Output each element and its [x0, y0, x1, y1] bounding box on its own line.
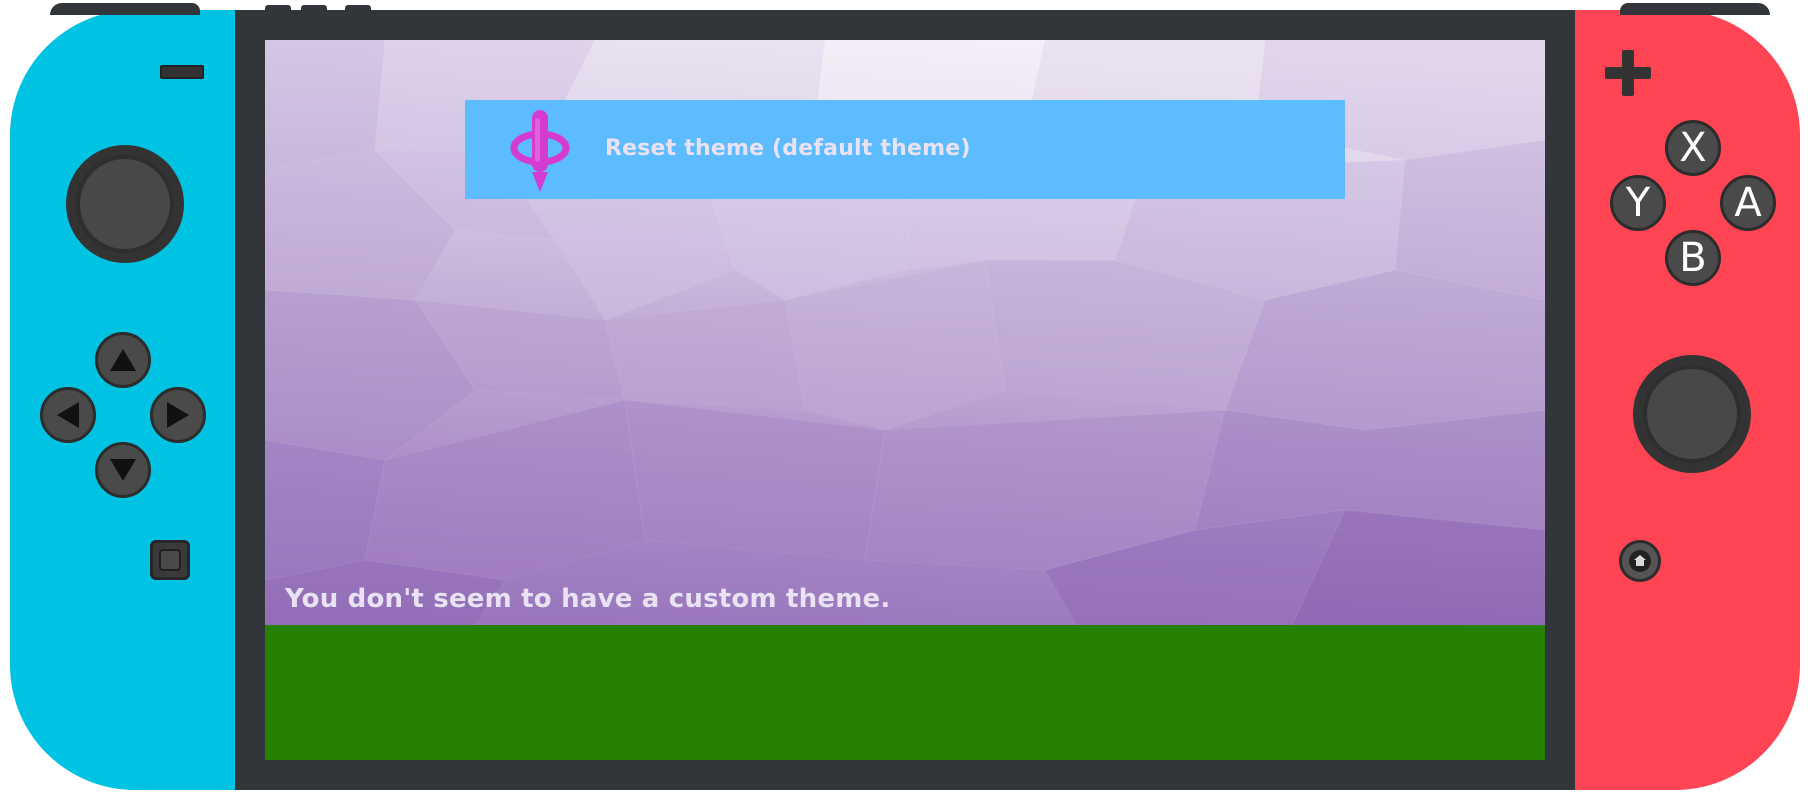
left-joycon	[10, 3, 235, 790]
capture-icon	[159, 549, 181, 571]
menu-item-label: Reset theme (default theme)	[605, 136, 971, 161]
b-button[interactable]: B	[1665, 230, 1721, 286]
left-arrow-icon	[57, 402, 79, 428]
dpad-right-button[interactable]	[150, 387, 206, 443]
status-message: You don't seem to have a custom theme.	[285, 584, 891, 614]
down-arrow-icon	[110, 459, 136, 481]
left-analog-stick[interactable]	[66, 145, 184, 263]
capture-button[interactable]	[150, 540, 190, 580]
up-arrow-icon	[110, 349, 136, 371]
right-joycon: X Y A B	[1575, 3, 1800, 790]
dpad-up-button[interactable]	[95, 332, 151, 388]
vent-slot	[265, 5, 291, 11]
right-analog-stick[interactable]	[1633, 355, 1751, 473]
minus-icon[interactable]	[160, 65, 204, 79]
vent-slot	[345, 5, 371, 11]
home-button[interactable]	[1619, 540, 1661, 582]
left-shoulder-button[interactable]	[50, 3, 200, 15]
right-arrow-icon	[167, 402, 189, 428]
right-shoulder-button[interactable]	[1620, 3, 1770, 15]
y-button[interactable]: Y	[1610, 175, 1666, 231]
right-stick-cap	[1643, 365, 1741, 463]
a-button[interactable]: A	[1720, 175, 1776, 231]
vent-slot	[301, 5, 327, 11]
plus-icon[interactable]	[1605, 50, 1651, 96]
x-button[interactable]: X	[1665, 120, 1721, 176]
dpad-down-button[interactable]	[95, 442, 151, 498]
rocket-icon	[508, 106, 572, 194]
bottom-bar	[265, 625, 1545, 760]
left-stick-cap	[76, 155, 174, 253]
dpad-left-button[interactable]	[40, 387, 96, 443]
home-icon	[1629, 550, 1651, 572]
